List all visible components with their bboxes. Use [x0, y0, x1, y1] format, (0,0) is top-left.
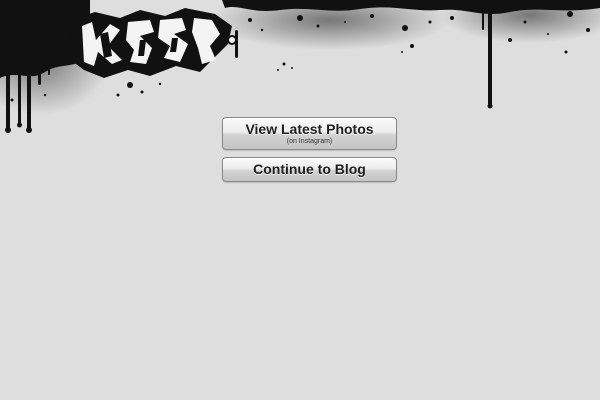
instagram-sublabel: (on Instagram) [286, 138, 333, 145]
view-latest-photos-button[interactable]: View Latest Photos (on Instagram) [222, 117, 397, 150]
landing-page: View Latest Photos (on Instagram) Contin… [0, 0, 600, 400]
continue-to-blog-label: Continue to Blog [253, 161, 366, 177]
continue-to-blog-button[interactable]: Continue to Blog [222, 157, 397, 182]
view-latest-photos-label: View Latest Photos [245, 121, 374, 137]
